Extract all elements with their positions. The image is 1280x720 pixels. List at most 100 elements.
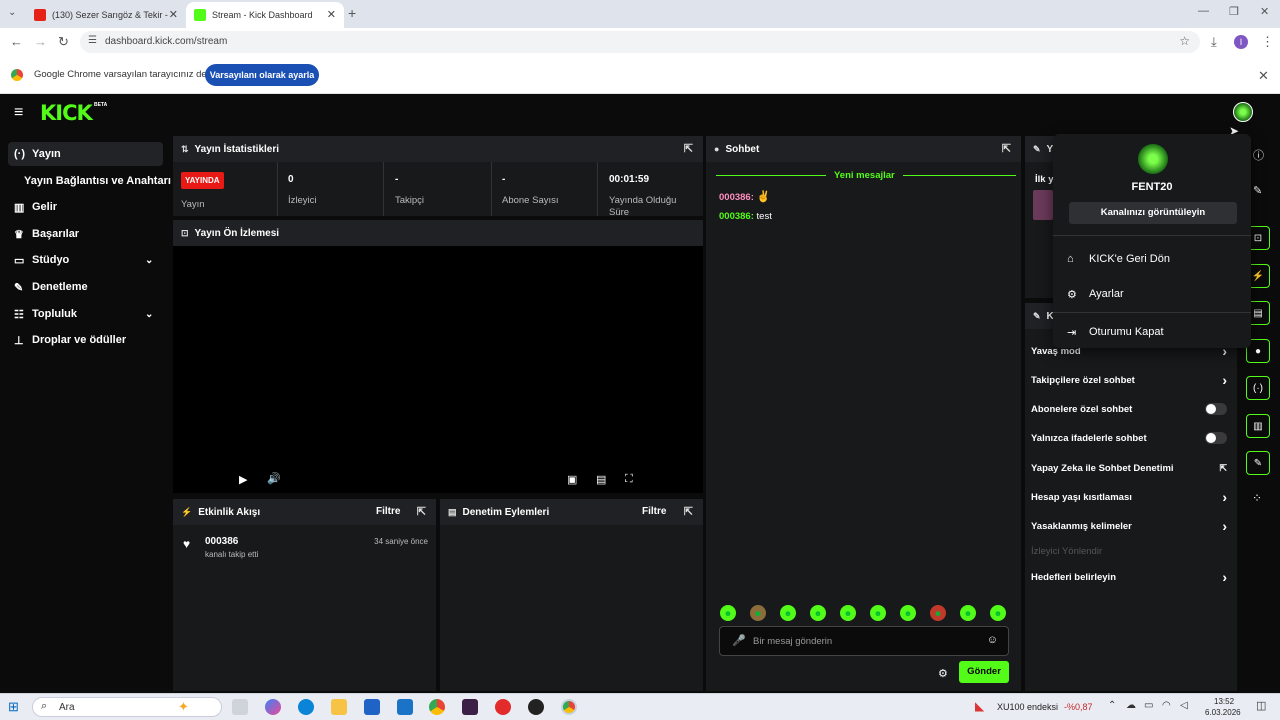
chrome-active-icon[interactable] xyxy=(561,699,577,715)
chat-username[interactable]: 000386: xyxy=(719,192,754,203)
send-button[interactable]: Gönder xyxy=(959,661,1009,683)
clock-time[interactable]: 13:52 xyxy=(1214,697,1234,706)
site-info-icon[interactable]: ☰ xyxy=(88,35,97,46)
volume-icon[interactable]: ◁ xyxy=(1180,700,1188,711)
emote-icon[interactable]: ☻ xyxy=(780,605,796,621)
emotes-only-toggle[interactable] xyxy=(1205,432,1227,444)
app-icon[interactable] xyxy=(495,699,511,715)
forward-icon[interactable]: → xyxy=(34,34,47,49)
bookmark-star-icon[interactable]: ☆ xyxy=(1179,34,1190,48)
sidebar-item-gelir[interactable]: ▥ Gelir xyxy=(8,195,163,219)
download-icon[interactable]: ⤓ xyxy=(1211,34,1217,50)
edge-icon[interactable] xyxy=(298,699,314,715)
filter-button[interactable]: Filtre xyxy=(376,506,400,517)
mic-icon[interactable]: 🎤 xyxy=(732,634,746,647)
emote-icon[interactable]: ☻ xyxy=(750,605,766,621)
popout-icon[interactable]: ⇱ xyxy=(417,505,426,518)
emote-icon[interactable]: ☻ xyxy=(840,605,856,621)
volume-icon[interactable]: 🔊 xyxy=(267,472,281,485)
chrome-icon[interactable] xyxy=(429,699,445,715)
event-user[interactable]: 000386 xyxy=(205,536,238,547)
emote-icon[interactable]: ☻ xyxy=(720,605,736,621)
sidebar-item-topluluk[interactable]: ☷ Topluluk ⌄ xyxy=(8,302,163,326)
menu-item-back-to-kick[interactable]: ⌂ KICK'e Geri Dön xyxy=(1067,249,1170,269)
store-icon[interactable] xyxy=(364,699,380,715)
window-close-icon[interactable]: ✕ xyxy=(1260,5,1269,18)
outlook-icon[interactable] xyxy=(397,699,413,715)
browser-tab-youtube[interactable]: (130) Sezer Sarıgöz & Tekir - Sa ✕ xyxy=(26,2,186,28)
edit-icon[interactable]: ✎ xyxy=(1253,184,1262,197)
minimize-icon[interactable]: — xyxy=(1198,5,1209,17)
set-default-button[interactable]: Varsayılanı olarak ayarla xyxy=(205,64,319,86)
notifications-icon[interactable]: ◫ xyxy=(1256,699,1266,712)
setting-account-age[interactable]: Hesap yaşı kısıtlaması › xyxy=(1031,486,1231,508)
back-icon[interactable]: ← xyxy=(10,34,23,49)
task-view-icon[interactable] xyxy=(232,699,248,715)
browser-tab-kick[interactable]: Stream - Kick Dashboard ✕ xyxy=(186,2,344,28)
emote-icon[interactable]: ☻ xyxy=(900,605,916,621)
taskbar-search[interactable]: ⌕ Ara ✦ xyxy=(32,697,222,717)
emote-icon[interactable]: ☻ xyxy=(990,605,1006,621)
sidebar-item-yayin[interactable]: (·) Yayın xyxy=(8,142,163,166)
reload-icon[interactable]: ↻ xyxy=(58,34,69,50)
setting-banned-words[interactable]: Yasaklanmış kelimeler › xyxy=(1031,515,1231,537)
sidebar-item-droplar[interactable]: ⊥ Droplar ve ödüller xyxy=(8,328,163,352)
app-icon[interactable] xyxy=(462,699,478,715)
view-channel-button[interactable]: Kanalınızı görüntüleyin xyxy=(1069,202,1237,224)
chat-settings-icon[interactable]: ⚙ xyxy=(938,667,948,680)
rail-button-stats[interactable]: ▥ xyxy=(1246,414,1270,438)
chevron-right-icon: › xyxy=(1222,372,1227,388)
copilot-icon[interactable] xyxy=(265,699,281,715)
chat-username[interactable]: 000386: xyxy=(719,211,754,222)
emote-icon[interactable]: ☻ xyxy=(960,605,976,621)
app-icon[interactable] xyxy=(528,699,544,715)
ticker-name[interactable]: XU100 endeksi xyxy=(997,702,1058,712)
sidebar-item-stream-key[interactable]: Yayın Bağlantısı ve Anahtarı xyxy=(18,169,178,193)
menu-item-settings[interactable]: ⚙ Ayarlar xyxy=(1067,284,1124,304)
theater-mode-icon[interactable]: ▤ xyxy=(596,473,606,486)
sidebar-item-basarilar[interactable]: ♛ Başarılar xyxy=(8,222,163,246)
emoji-picker-icon[interactable]: ☺ xyxy=(987,634,998,646)
kick-logo[interactable]: KICK xyxy=(40,101,93,125)
windows-start-icon[interactable]: ⊞ xyxy=(8,699,19,715)
popout-icon[interactable]: ⇱ xyxy=(1002,142,1011,155)
sidebar-item-denetleme[interactable]: ✎ Denetleme xyxy=(8,275,163,299)
user-avatar[interactable] xyxy=(1233,102,1253,122)
menu-dots-icon[interactable]: ⋮ xyxy=(1261,34,1274,50)
tray-chevron-icon[interactable]: ⌃ xyxy=(1108,700,1116,711)
sidebar-item-studyo[interactable]: ▭ Stüdyo ⌄ xyxy=(8,248,163,272)
popout-icon[interactable]: ⇱ xyxy=(684,142,693,155)
close-tab-icon[interactable]: ✕ xyxy=(327,8,336,21)
address-bar[interactable]: ☰ dashboard.kick.com/stream ☆ xyxy=(80,31,1200,53)
filter-button[interactable]: Filtre xyxy=(642,506,666,517)
close-tab-icon[interactable]: ✕ xyxy=(169,8,178,21)
rail-button-broadcast[interactable]: (·) xyxy=(1246,376,1270,400)
setting-followers-only[interactable]: Takipçilere özel sohbet › xyxy=(1031,369,1231,391)
emote-icon[interactable]: ☻ xyxy=(930,605,946,621)
emote-icon[interactable]: ☻ xyxy=(810,605,826,621)
network-icon[interactable]: ▭ xyxy=(1144,700,1153,711)
tab-search-icon[interactable]: ⌄ xyxy=(8,7,16,18)
restore-icon[interactable]: ❐ xyxy=(1229,5,1239,18)
infobar-close-icon[interactable]: ✕ xyxy=(1258,68,1269,84)
wifi-icon[interactable]: ◠ xyxy=(1162,700,1171,711)
emote-icon[interactable]: ☻ xyxy=(870,605,886,621)
clock-date[interactable]: 6.03.2026 xyxy=(1205,708,1241,717)
play-icon[interactable]: ▶ xyxy=(239,473,247,486)
profile-avatar[interactable]: I xyxy=(1234,35,1248,49)
chat-input[interactable]: 🎤 Bir mesaj gönderin ☺ xyxy=(719,626,1009,656)
menu-item-logout[interactable]: ⇥ Oturumu Kapat xyxy=(1067,322,1164,342)
new-tab-icon[interactable]: + xyxy=(348,5,356,21)
popout-icon[interactable]: ⇱ xyxy=(684,505,693,518)
onedrive-icon[interactable]: ☁ xyxy=(1126,700,1136,711)
rail-button-moderation[interactable]: ✎ xyxy=(1246,451,1270,475)
fullscreen-icon[interactable]: ⛶ xyxy=(625,473,633,486)
setting-goals[interactable]: Hedefleri belirleyin › xyxy=(1031,566,1231,588)
subscribers-only-toggle[interactable] xyxy=(1205,403,1227,415)
pip-icon[interactable]: ▣ xyxy=(567,473,577,486)
setting-ai-moderation[interactable]: Yapay Zeka ile Sohbet Denetimi ⇱ xyxy=(1031,457,1231,479)
file-explorer-icon[interactable] xyxy=(331,699,347,715)
add-widget-icon[interactable]: ⁘ xyxy=(1252,491,1262,505)
hamburger-menu-icon[interactable]: ≡ xyxy=(14,104,23,122)
info-icon[interactable]: ⓘ xyxy=(1253,147,1264,163)
